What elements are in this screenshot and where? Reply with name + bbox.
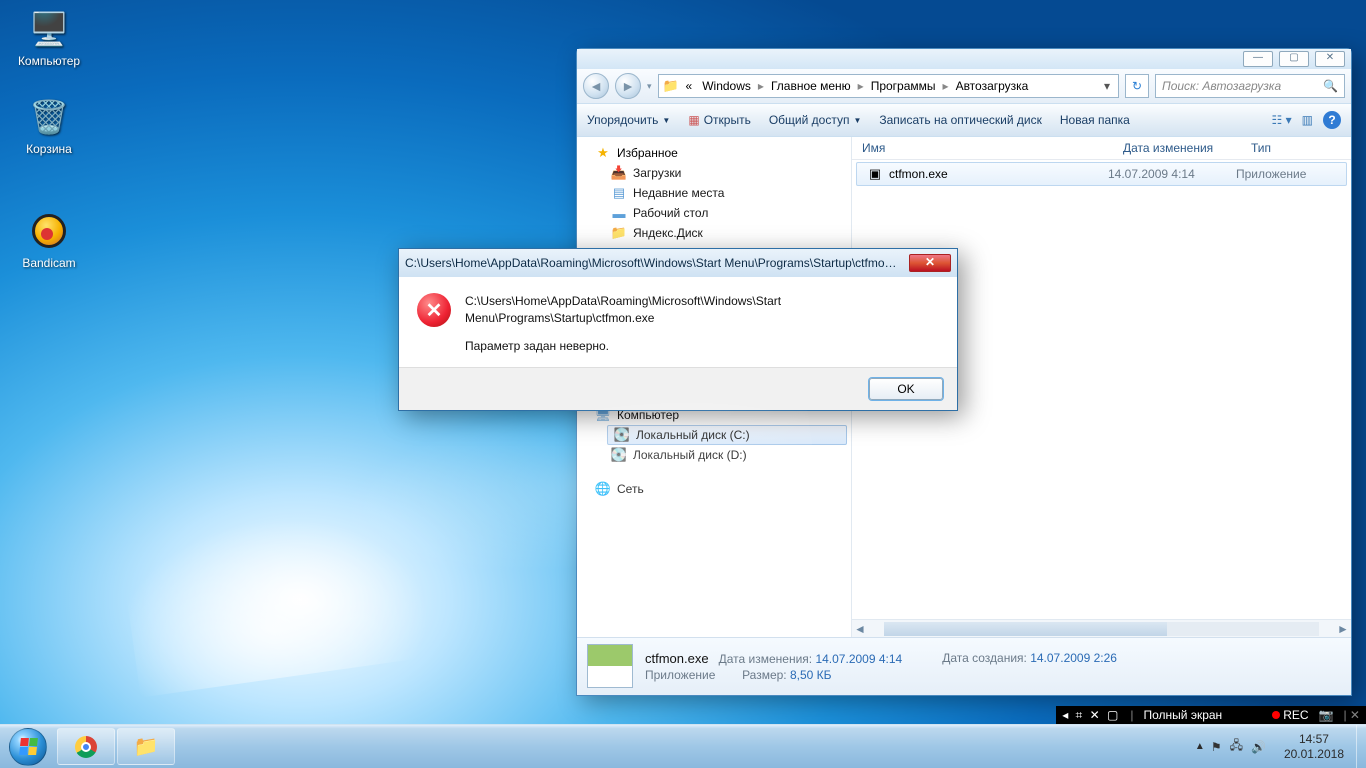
details-pane: ctfmon.exe Дата изменения: 14.07.2009 4:… xyxy=(577,637,1351,695)
window-close-button[interactable]: ✕ xyxy=(1315,51,1345,67)
desktop-icon-recycle[interactable]: 🗑️ Корзина xyxy=(10,96,88,156)
desktop-icon-bandicam[interactable]: Bandicam xyxy=(10,210,88,270)
open-button[interactable]: ▦ Открыть xyxy=(688,113,750,127)
exe-icon: ▣ xyxy=(867,166,883,182)
file-date: 14.07.2009 4:14 xyxy=(1108,167,1236,181)
clock-date: 20.01.2018 xyxy=(1284,747,1344,761)
tray-volume-icon[interactable]: 🔊 xyxy=(1251,740,1266,754)
file-row[interactable]: ▣ ctfmon.exe 14.07.2009 4:14 Приложение xyxy=(856,162,1347,186)
start-button[interactable] xyxy=(0,725,56,768)
recycle-icon: 🗑️ xyxy=(28,96,70,138)
share-button[interactable]: Общий доступ ▼ xyxy=(769,113,862,127)
nav-forward-button[interactable]: ► xyxy=(615,73,641,99)
col-date[interactable]: Дата изменения xyxy=(1113,141,1241,155)
ok-button[interactable]: OK xyxy=(869,378,943,400)
icon-label: Корзина xyxy=(10,142,88,156)
taskbar-clock[interactable]: 14:57 20.01.2018 xyxy=(1272,729,1356,764)
refresh-button[interactable]: ↻ xyxy=(1125,74,1149,98)
tree-downloads[interactable]: 📥Загрузки xyxy=(577,163,851,183)
desktop-icon-computer[interactable]: 🖥️ Компьютер xyxy=(10,8,88,68)
rec-mode-label: Полный экран xyxy=(1144,708,1223,722)
nav-history-dropdown[interactable]: ▾ xyxy=(647,81,652,92)
folder-icon: 📁 xyxy=(663,78,679,94)
nav-bar: ◄ ► ▾ 📁 « Windows▸ Главное меню▸ Програм… xyxy=(577,69,1351,103)
breadcrumb-prefix: « xyxy=(683,79,696,93)
address-bar[interactable]: 📁 « Windows▸ Главное меню▸ Программы▸ Ав… xyxy=(658,74,1119,98)
tree-yadisk[interactable]: 📁Яндекс.Диск xyxy=(577,223,851,243)
tree-recent[interactable]: ▤Недавние места xyxy=(577,183,851,203)
breadcrumb[interactable]: Автозагрузка xyxy=(953,79,1032,93)
search-icon: 🔍 xyxy=(1323,79,1338,93)
horizontal-scrollbar[interactable]: ◄► xyxy=(852,619,1351,637)
new-folder-button[interactable]: Новая папка xyxy=(1060,113,1130,127)
tray-flag-icon[interactable]: ⚑ xyxy=(1211,740,1222,754)
taskbar: 📁 ▲ ⚑ 🖧 🔊 14:57 20.01.2018 xyxy=(0,724,1366,768)
nav-back-button[interactable]: ◄ xyxy=(583,73,609,99)
show-desktop-button[interactable] xyxy=(1356,725,1366,768)
taskbar-chrome[interactable] xyxy=(57,728,115,765)
file-type: Приложение xyxy=(1236,167,1346,181)
dialog-title: C:\Users\Home\AppData\Roaming\Microsoft\… xyxy=(405,256,909,270)
tree-drive-c[interactable]: 💽Локальный диск (C:) xyxy=(607,425,847,445)
icon-label: Компьютер xyxy=(10,54,88,68)
window-titlebar[interactable]: — ▢ ✕ xyxy=(577,49,1351,69)
system-tray: ▲ ⚑ 🖧 🔊 14:57 20.01.2018 xyxy=(1189,725,1366,768)
command-bar: Упорядочить ▼ ▦ Открыть Общий доступ ▼ З… xyxy=(577,103,1351,137)
details-type: Приложение xyxy=(645,668,715,682)
search-placeholder: Поиск: Автозагрузка xyxy=(1162,79,1281,93)
window-minimize-button[interactable]: — xyxy=(1243,51,1273,67)
col-name[interactable]: Имя xyxy=(852,141,1113,155)
tray-overflow-button[interactable]: ▲ xyxy=(1189,741,1211,752)
breadcrumb[interactable]: Windows xyxy=(699,79,754,93)
tree-drive-d[interactable]: 💽Локальный диск (D:) xyxy=(577,445,851,465)
clock-time: 14:57 xyxy=(1284,732,1344,746)
burn-button[interactable]: Записать на оптический диск xyxy=(879,113,1042,127)
error-icon: ✕ xyxy=(417,293,451,327)
breadcrumb[interactable]: Программы xyxy=(868,79,939,93)
help-button[interactable]: ? xyxy=(1323,111,1341,129)
file-name: ctfmon.exe xyxy=(889,167,948,181)
error-dialog: C:\Users\Home\AppData\Roaming\Microsoft\… xyxy=(398,248,958,411)
window-maximize-button[interactable]: ▢ xyxy=(1279,51,1309,67)
dialog-message-error: Параметр задан неверно. xyxy=(465,338,905,355)
taskbar-explorer[interactable]: 📁 xyxy=(117,728,175,765)
desktop: 🖥️ Компьютер 🗑️ Корзина Bandicam — ▢ ✕ ◄… xyxy=(0,0,1366,768)
rec-indicator: REC xyxy=(1272,708,1308,722)
bandicam-icon xyxy=(28,210,70,252)
recording-overlay: ◂ ⌗ ✕ ▢ | Полный экран REC 📷 | ✕ xyxy=(1056,706,1366,724)
search-input[interactable]: Поиск: Автозагрузка 🔍 xyxy=(1155,74,1345,98)
dialog-message-path: C:\Users\Home\AppData\Roaming\Microsoft\… xyxy=(465,293,905,328)
address-dropdown[interactable]: ▾ xyxy=(1100,79,1114,93)
screenshot-button[interactable]: 📷 xyxy=(1319,708,1334,722)
preview-pane-button[interactable]: ▥ xyxy=(1302,113,1313,127)
file-thumbnail xyxy=(587,644,633,688)
rec-controls[interactable]: ◂ ⌗ ✕ ▢ xyxy=(1062,708,1120,723)
details-filename: ctfmon.exe xyxy=(645,651,709,666)
icon-label: Bandicam xyxy=(10,256,88,270)
dialog-close-button[interactable]: ✕ xyxy=(909,254,951,272)
col-type[interactable]: Тип xyxy=(1241,141,1351,155)
organize-button[interactable]: Упорядочить ▼ xyxy=(587,113,670,127)
tray-network-icon[interactable]: 🖧 xyxy=(1230,736,1243,757)
column-headers[interactable]: Имя Дата изменения Тип xyxy=(852,137,1351,160)
breadcrumb[interactable]: Главное меню xyxy=(768,79,854,93)
tree-network[interactable]: 🌐Сеть xyxy=(577,479,851,499)
computer-icon: 🖥️ xyxy=(28,8,70,50)
dialog-titlebar[interactable]: C:\Users\Home\AppData\Roaming\Microsoft\… xyxy=(399,249,957,277)
tree-favorites[interactable]: ★Избранное xyxy=(577,143,851,163)
view-mode-button[interactable]: ☷ ▾ xyxy=(1272,113,1292,127)
tree-desktop[interactable]: ▬Рабочий стол xyxy=(577,203,851,223)
